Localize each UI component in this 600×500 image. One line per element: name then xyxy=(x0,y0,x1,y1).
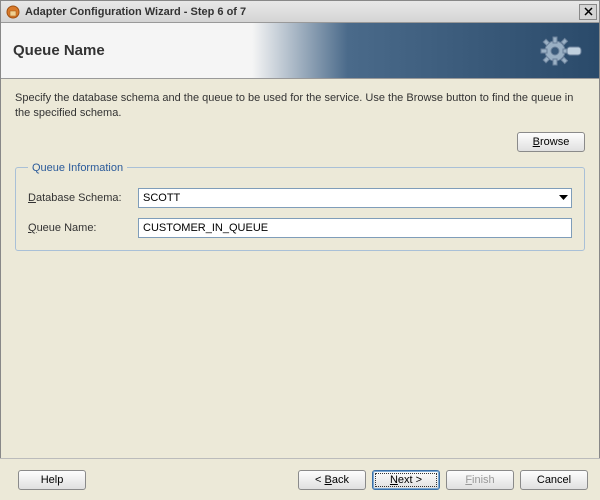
instruction-text: Specify the database schema and the queu… xyxy=(15,91,585,122)
next-button[interactable]: Next > xyxy=(372,470,440,490)
browse-label: Browse xyxy=(533,136,570,148)
browse-row: Browse xyxy=(15,132,585,152)
queue-information-group: Queue Information Database Schema: Queue… xyxy=(15,162,585,251)
content-area: Specify the database schema and the queu… xyxy=(1,79,599,251)
page-title: Queue Name xyxy=(13,42,105,59)
queue-row: Queue Name: xyxy=(28,218,572,238)
gear-icon xyxy=(539,31,583,74)
cancel-button[interactable]: Cancel xyxy=(520,470,588,490)
finish-button: Finish xyxy=(446,470,514,490)
close-button[interactable] xyxy=(579,4,597,20)
browse-button[interactable]: Browse xyxy=(517,132,585,152)
window-title: Adapter Configuration Wizard - Step 6 of… xyxy=(25,6,579,18)
schema-input[interactable] xyxy=(138,188,572,208)
queue-name-input[interactable] xyxy=(138,218,572,238)
queue-label: Queue Name: xyxy=(28,222,138,234)
chevron-down-icon[interactable] xyxy=(555,188,572,208)
group-legend: Queue Information xyxy=(28,162,127,174)
app-icon xyxy=(5,4,21,20)
back-button[interactable]: < Back xyxy=(298,470,366,490)
schema-label: Database Schema: xyxy=(28,192,138,204)
footer: Help < Back Next > Finish Cancel xyxy=(0,458,600,500)
titlebar: Adapter Configuration Wizard - Step 6 of… xyxy=(1,1,599,23)
schema-row: Database Schema: xyxy=(28,188,572,208)
banner: Queue Name xyxy=(1,23,599,79)
schema-combo[interactable] xyxy=(138,188,572,208)
help-button[interactable]: Help xyxy=(18,470,86,490)
